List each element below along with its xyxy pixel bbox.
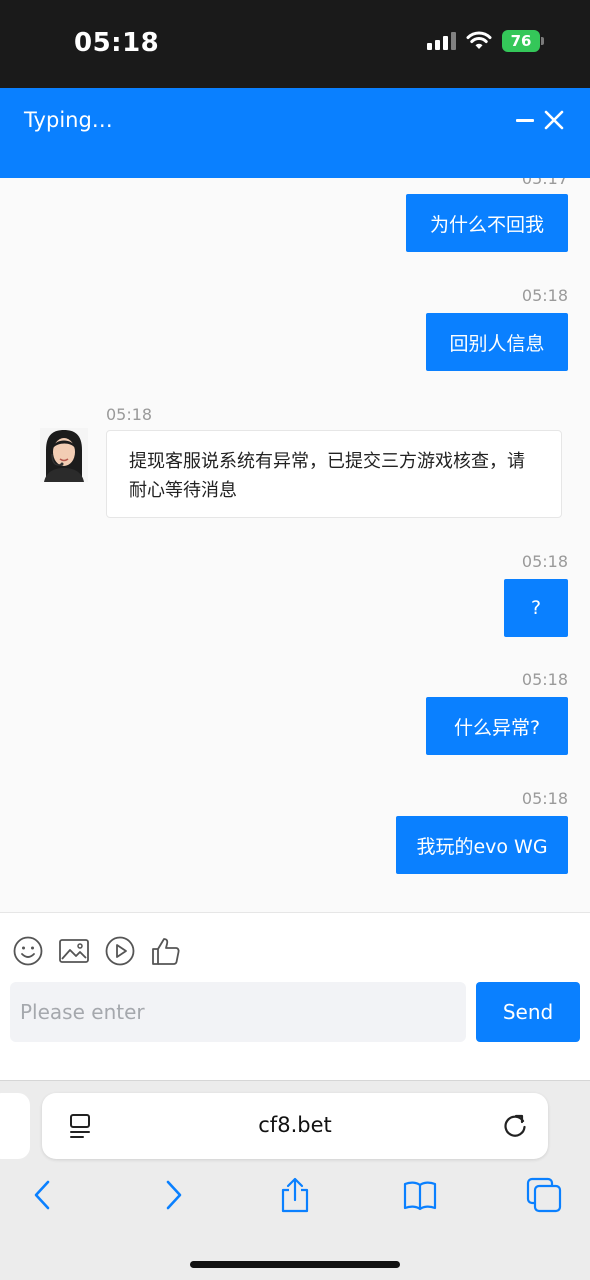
message-timestamp: 05:18 xyxy=(521,286,568,305)
chat-status-title: Typing… xyxy=(24,108,113,132)
browser-nav xyxy=(0,1177,590,1217)
cellular-signal-icon xyxy=(427,32,456,50)
incoming-message: 提现客服说系统有异常，已提交三方游戏核查，请耐心等待消息 xyxy=(106,430,562,518)
home-indicator xyxy=(190,1261,400,1268)
close-icon[interactable] xyxy=(542,108,566,132)
video-icon[interactable] xyxy=(104,935,136,967)
outgoing-message: 我玩的evo WG xyxy=(396,816,568,874)
share-icon[interactable] xyxy=(277,1177,313,1213)
battery-icon: 76 xyxy=(502,30,544,52)
image-icon[interactable] xyxy=(58,935,90,967)
outgoing-message: 什么异常? xyxy=(426,697,568,755)
message-timestamp: 05:17 xyxy=(521,178,568,188)
status-time: 05:18 xyxy=(74,28,160,58)
wifi-icon xyxy=(466,31,492,49)
status-icons: 76 xyxy=(427,30,544,52)
message-input[interactable] xyxy=(10,982,466,1042)
outgoing-message: 回别人信息 xyxy=(426,313,568,371)
forward-icon[interactable] xyxy=(154,1177,190,1213)
chat-header: Typing… xyxy=(0,88,590,178)
message-list[interactable]: 05:17 为什么不回我 05:18 回别人信息 05:18 提现客服说系统有异… xyxy=(0,178,590,912)
reload-icon[interactable] xyxy=(502,1113,528,1139)
tabs-icon[interactable] xyxy=(526,1177,562,1213)
status-bar: 05:18 76 xyxy=(0,0,590,88)
battery-level: 76 xyxy=(510,32,532,50)
url-text: cf8.bet xyxy=(258,1113,332,1137)
message-timestamp: 05:18 xyxy=(106,405,153,424)
minimize-icon[interactable] xyxy=(516,110,536,130)
browser-toolbar: cf8.bet xyxy=(0,1080,590,1280)
message-timestamp: 05:18 xyxy=(521,670,568,689)
composer-toolbar xyxy=(12,935,182,967)
previous-tab-preview[interactable] xyxy=(0,1093,30,1159)
send-button[interactable]: Send xyxy=(476,982,580,1042)
composer: Send xyxy=(0,912,590,1080)
message-timestamp: 05:18 xyxy=(521,789,568,808)
emoji-icon[interactable] xyxy=(12,935,44,967)
agent-avatar xyxy=(40,428,88,482)
message-timestamp: 05:18 xyxy=(521,552,568,571)
back-icon[interactable] xyxy=(26,1177,62,1213)
outgoing-message: ? xyxy=(504,579,568,637)
bookmarks-icon[interactable] xyxy=(402,1177,438,1213)
thumbs-up-icon[interactable] xyxy=(150,935,182,967)
outgoing-message: 为什么不回我 xyxy=(406,194,568,252)
address-bar[interactable]: cf8.bet xyxy=(42,1093,548,1159)
